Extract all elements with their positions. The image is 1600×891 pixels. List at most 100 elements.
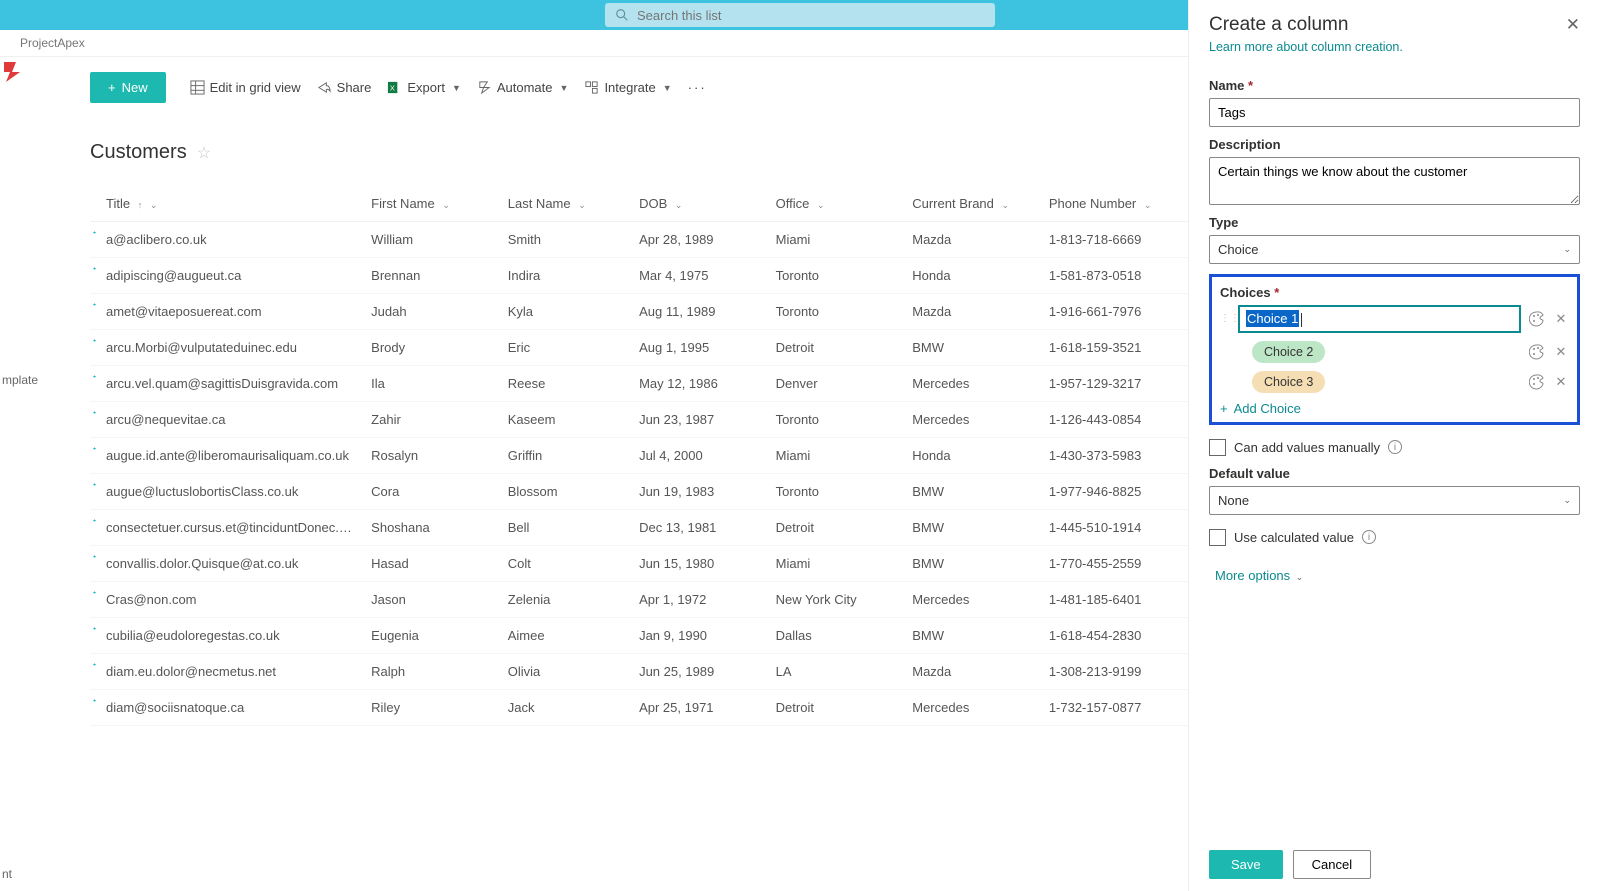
- favorite-star-icon[interactable]: ☆: [197, 143, 211, 163]
- save-button[interactable]: Save: [1209, 850, 1283, 879]
- col-title[interactable]: Title ↑ ⌄: [90, 186, 363, 222]
- chevron-down-icon: ⌄: [1563, 244, 1571, 255]
- cell-title[interactable]: ⋆diam.eu.dolor@necmetus.net: [90, 654, 363, 690]
- can-add-values-checkbox[interactable]: Can add values manually i: [1209, 439, 1580, 456]
- remove-choice-icon[interactable]: ✕: [1553, 344, 1569, 360]
- info-icon[interactable]: i: [1388, 440, 1402, 454]
- new-item-icon: ⋆: [92, 552, 97, 561]
- col-office[interactable]: Office ⌄: [768, 186, 905, 222]
- table-row[interactable]: ⋆augue@luctuslobortisClass.co.ukCoraBlos…: [90, 474, 1188, 510]
- share-button[interactable]: Share: [313, 74, 376, 101]
- cell-dob: Jun 25, 1989: [631, 654, 768, 690]
- cell-office: Miami: [768, 546, 905, 582]
- col-current-brand[interactable]: Current Brand ⌄: [904, 186, 1041, 222]
- more-options-toggle[interactable]: More options ⌄: [1215, 568, 1580, 583]
- integrate-button[interactable]: Integrate▼: [580, 74, 675, 101]
- cell-dob: Apr 1, 1972: [631, 582, 768, 618]
- new-item-icon: ⋆: [92, 264, 97, 273]
- search-box[interactable]: [605, 3, 995, 27]
- drag-handle-icon[interactable]: ⋮⋮: [1220, 313, 1230, 324]
- cell-first-name: Eugenia: [363, 618, 500, 654]
- cell-first-name: Brennan: [363, 258, 500, 294]
- table-row[interactable]: ⋆cubilia@eudoloregestas.co.ukEugeniaAime…: [90, 618, 1188, 654]
- table-row[interactable]: ⋆adipiscing@augueut.caBrennanIndiraMar 4…: [90, 258, 1188, 294]
- cell-title[interactable]: ⋆convallis.dolor.Quisque@at.co.uk: [90, 546, 363, 582]
- table-row[interactable]: ⋆convallis.dolor.Quisque@at.co.ukHasadCo…: [90, 546, 1188, 582]
- add-choice-button[interactable]: +Add Choice: [1220, 401, 1569, 416]
- cell-first-name: Shoshana: [363, 510, 500, 546]
- cell-title[interactable]: ⋆arcu.vel.quam@sagittisDuisgravida.com: [90, 366, 363, 402]
- cell-title[interactable]: ⋆arcu.Morbi@vulputateduinec.edu: [90, 330, 363, 366]
- table-row[interactable]: ⋆diam.eu.dolor@necmetus.netRalphOliviaJu…: [90, 654, 1188, 690]
- cell-title[interactable]: ⋆a@aclibero.co.uk: [90, 222, 363, 258]
- col-last-name[interactable]: Last Name ⌄: [500, 186, 631, 222]
- choice-1-input[interactable]: Choice 1: [1238, 305, 1521, 333]
- cell-title[interactable]: ⋆adipiscing@augueut.ca: [90, 258, 363, 294]
- default-value-select[interactable]: None ⌄: [1209, 486, 1580, 515]
- table-row[interactable]: ⋆Cras@non.comJasonZeleniaApr 1, 1972New …: [90, 582, 1188, 618]
- palette-icon[interactable]: [1529, 344, 1545, 360]
- table-row[interactable]: ⋆diam@sociisnatoque.caRileyJackApr 25, 1…: [90, 690, 1188, 726]
- cell-last-name: Olivia: [500, 654, 631, 690]
- type-select[interactable]: Choice ⌄: [1209, 235, 1580, 264]
- col-phone-number[interactable]: Phone Number ⌄: [1041, 186, 1188, 222]
- automate-button[interactable]: Automate▼: [473, 74, 573, 101]
- panel-footer: Save Cancel: [1209, 838, 1580, 891]
- palette-icon[interactable]: [1529, 311, 1545, 327]
- description-input[interactable]: [1209, 157, 1580, 205]
- cell-phone-number: 1-430-373-5983: [1041, 438, 1188, 474]
- table-row[interactable]: ⋆a@aclibero.co.ukWilliamSmithApr 28, 198…: [90, 222, 1188, 258]
- choice-2-pill[interactable]: Choice 2: [1252, 341, 1325, 363]
- search-input[interactable]: [637, 8, 985, 23]
- table-row[interactable]: ⋆amet@vitaeposuereat.comJudahKylaAug 11,…: [90, 294, 1188, 330]
- integrate-icon: [584, 80, 599, 95]
- cell-dob: Apr 28, 1989: [631, 222, 768, 258]
- cell-title[interactable]: ⋆Cras@non.com: [90, 582, 363, 618]
- col-dob[interactable]: DOB ⌄: [631, 186, 768, 222]
- table-row[interactable]: ⋆augue.id.ante@liberomaurisaliquam.co.uk…: [90, 438, 1188, 474]
- remove-choice-icon[interactable]: ✕: [1553, 374, 1569, 390]
- table-row[interactable]: ⋆arcu.Morbi@vulputateduinec.eduBrodyEric…: [90, 330, 1188, 366]
- chevron-down-icon: ▼: [560, 83, 569, 93]
- name-input[interactable]: [1209, 98, 1580, 127]
- cell-office: Toronto: [768, 258, 905, 294]
- cell-title[interactable]: ⋆diam@sociisnatoque.ca: [90, 690, 363, 726]
- choice-3-pill[interactable]: Choice 3: [1252, 371, 1325, 393]
- more-button[interactable]: ···: [684, 74, 711, 101]
- cell-office: Dallas: [768, 618, 905, 654]
- cell-title[interactable]: ⋆augue@luctuslobortisClass.co.uk: [90, 474, 363, 510]
- edit-grid-button[interactable]: Edit in grid view: [186, 74, 305, 101]
- command-bar: +New Edit in grid view Share X Export▼ A…: [90, 58, 1188, 113]
- learn-more-link[interactable]: Learn more about column creation.: [1209, 40, 1580, 54]
- cell-title[interactable]: ⋆augue.id.ante@liberomaurisaliquam.co.uk: [90, 438, 363, 474]
- palette-icon[interactable]: [1529, 374, 1545, 390]
- new-item-icon: ⋆: [92, 372, 97, 381]
- automate-icon: [477, 80, 492, 95]
- info-icon[interactable]: i: [1362, 530, 1376, 544]
- cell-current-brand: Mercedes: [904, 366, 1041, 402]
- cell-title[interactable]: ⋆arcu@nequevitae.ca: [90, 402, 363, 438]
- cell-title[interactable]: ⋆cubilia@eudoloregestas.co.uk: [90, 618, 363, 654]
- use-calculated-checkbox[interactable]: Use calculated value i: [1209, 529, 1580, 546]
- cancel-button[interactable]: Cancel: [1293, 850, 1371, 879]
- cell-last-name: Kaseem: [500, 402, 631, 438]
- col-first-name[interactable]: First Name ⌄: [363, 186, 500, 222]
- remove-choice-icon[interactable]: ✕: [1553, 311, 1569, 327]
- new-button[interactable]: +New: [90, 72, 166, 103]
- cell-phone-number: 1-813-718-6669: [1041, 222, 1188, 258]
- table-row[interactable]: ⋆consectetuer.cursus.et@tinciduntDonec.c…: [90, 510, 1188, 546]
- cell-last-name: Zelenia: [500, 582, 631, 618]
- cell-current-brand: Honda: [904, 258, 1041, 294]
- table-row[interactable]: ⋆arcu.vel.quam@sagittisDuisgravida.comIl…: [90, 366, 1188, 402]
- export-button[interactable]: X Export▼: [383, 74, 465, 101]
- cell-title[interactable]: ⋆amet@vitaeposuereat.com: [90, 294, 363, 330]
- cell-current-brand: BMW: [904, 510, 1041, 546]
- cell-office: Denver: [768, 366, 905, 402]
- cell-dob: Jun 23, 1987: [631, 402, 768, 438]
- cell-phone-number: 1-445-510-1914: [1041, 510, 1188, 546]
- table-row[interactable]: ⋆arcu@nequevitae.caZahirKaseemJun 23, 19…: [90, 402, 1188, 438]
- choice-row-2: Choice 2 ✕: [1220, 341, 1569, 363]
- cell-title[interactable]: ⋆consectetuer.cursus.et@tinciduntDonec.c…: [90, 510, 363, 546]
- close-icon[interactable]: ✕: [1566, 15, 1580, 35]
- create-column-panel: Create a column ✕ Learn more about colum…: [1188, 0, 1600, 891]
